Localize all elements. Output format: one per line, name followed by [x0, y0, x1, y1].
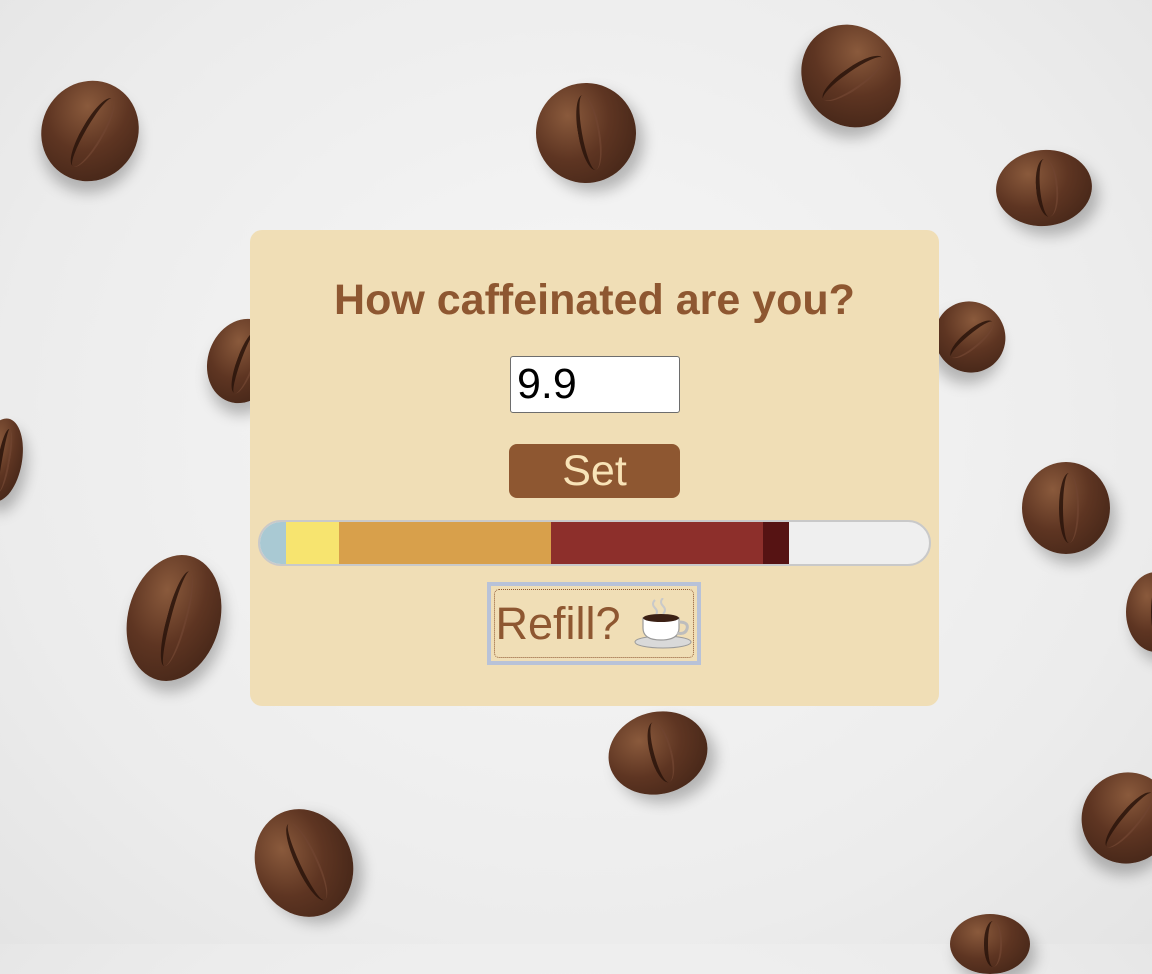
- coffee-bean-image: [1126, 572, 1152, 652]
- caffeine-meter: [258, 520, 931, 566]
- set-button[interactable]: Set: [509, 444, 680, 498]
- coffee-bean-image: [528, 75, 644, 191]
- page-title: How caffeinated are you?: [334, 276, 855, 324]
- refill-label: Refill?: [495, 597, 621, 649]
- meter-segment-yellow: [286, 522, 339, 564]
- coffee-bean-image: [1022, 462, 1110, 554]
- coffee-bean-image: [237, 792, 371, 934]
- coffee-bean-image: [1062, 753, 1152, 883]
- caffeine-meter-fill: [260, 522, 789, 564]
- coffee-bean-image: [0, 414, 29, 506]
- coffee-bean-image: [599, 700, 717, 806]
- meter-segment-orange: [339, 522, 551, 564]
- coffee-bean-image: [781, 5, 921, 147]
- coffee-bean-image: [950, 914, 1030, 974]
- coffee-bean-image: [22, 62, 158, 200]
- coffee-bean-image: [113, 544, 235, 692]
- refill-button-focus-ring: Refill?: [494, 589, 694, 658]
- caffeine-level-input[interactable]: [510, 356, 680, 413]
- coffee-cup-icon: [634, 597, 692, 648]
- meter-segment-red: [551, 522, 763, 564]
- meter-segment-light-blue: [260, 522, 286, 564]
- coffee-bean-image: [992, 145, 1096, 231]
- refill-button[interactable]: Refill?: [487, 582, 701, 665]
- meter-segment-dark-red: [763, 522, 789, 564]
